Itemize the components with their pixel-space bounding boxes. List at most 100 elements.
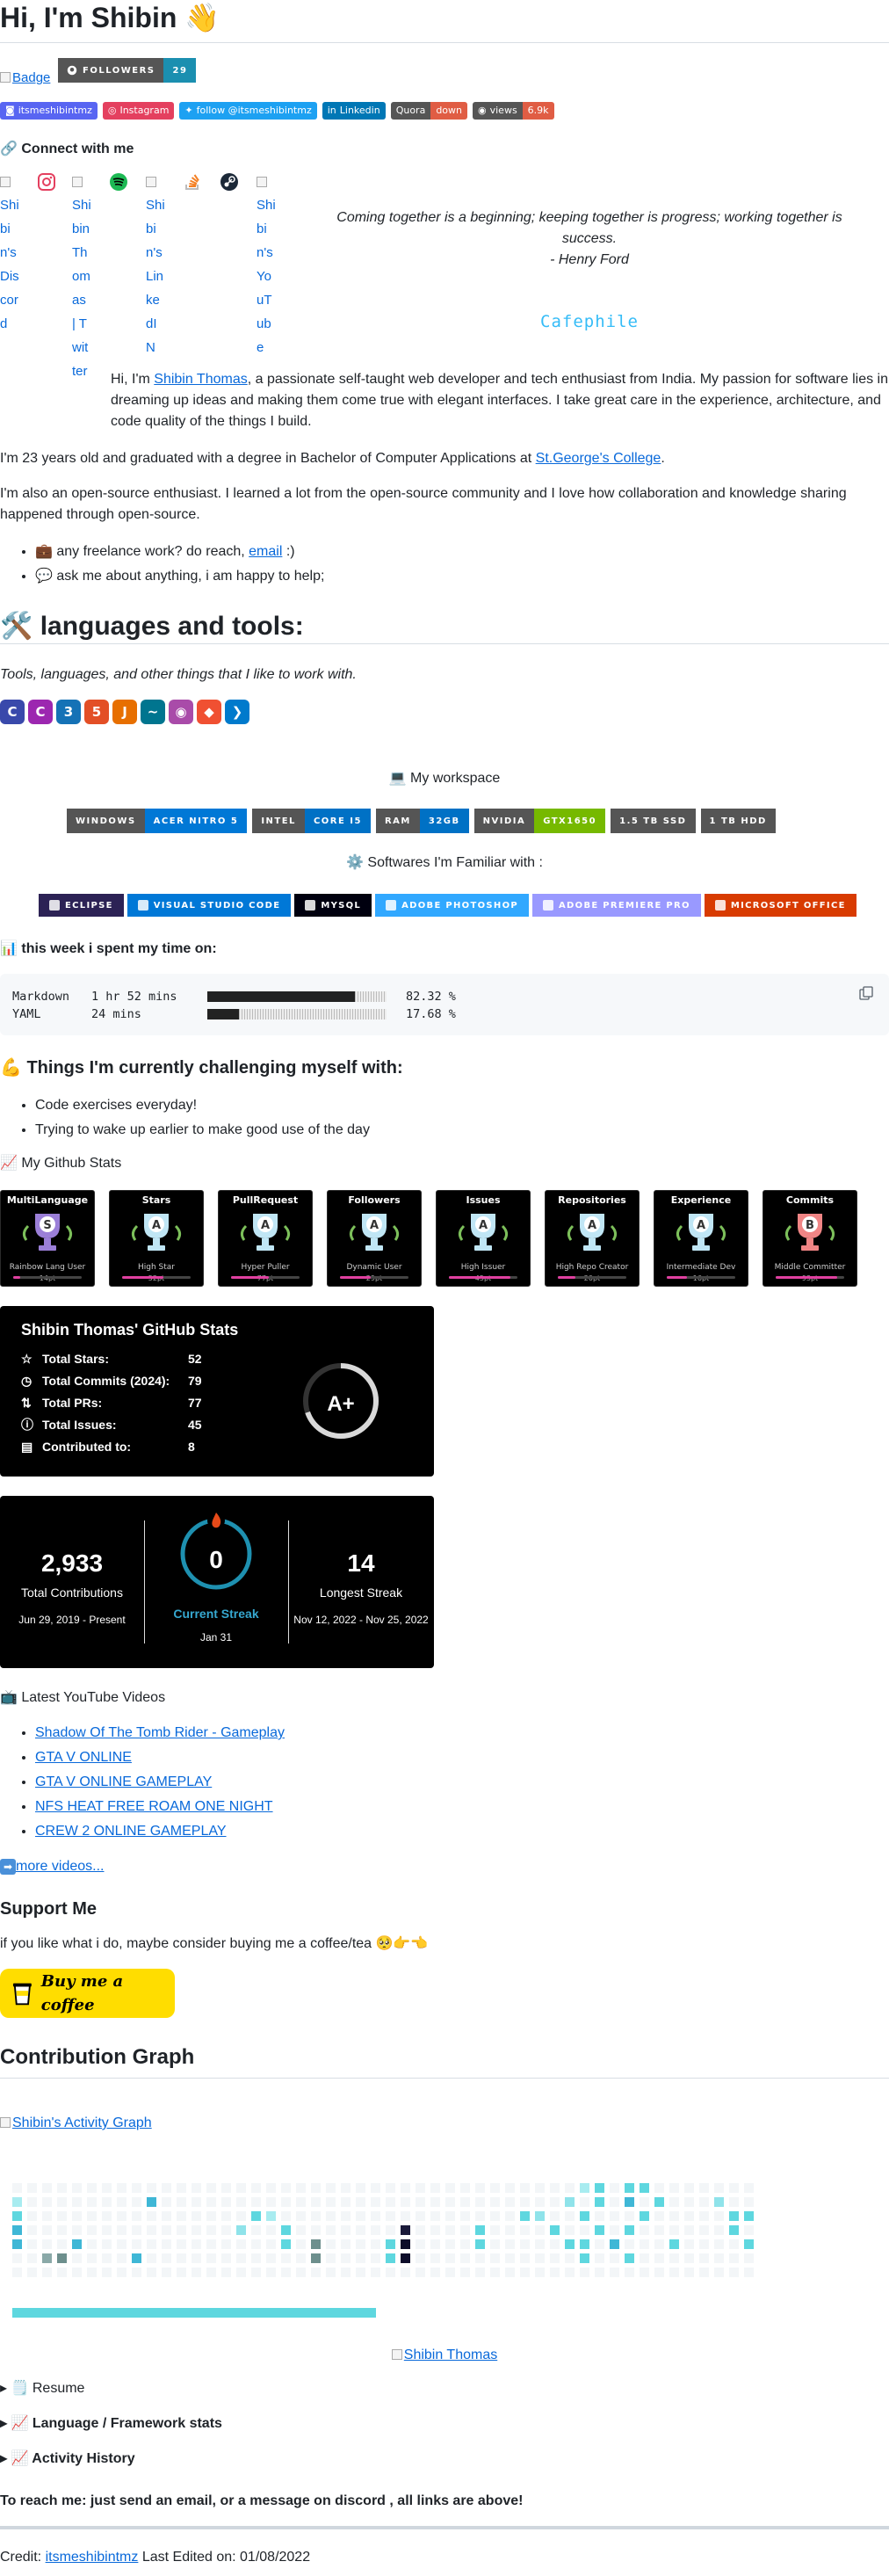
contribution-cell xyxy=(251,2225,261,2235)
contribution-cell xyxy=(221,2225,231,2235)
contribution-cell xyxy=(625,2225,634,2235)
contribution-cell xyxy=(401,2253,410,2263)
contribution-cell xyxy=(580,2253,589,2263)
contribution-cell xyxy=(535,2197,545,2207)
contribution-cell xyxy=(535,2253,545,2263)
trophy-icon: S xyxy=(22,1213,73,1251)
grade-value: A+ xyxy=(327,1392,355,1416)
steam-icon[interactable] xyxy=(220,172,239,192)
title-divider xyxy=(0,42,889,43)
contribution-cell xyxy=(669,2268,679,2277)
contribution-cell xyxy=(57,2197,67,2207)
repo-icon: ▤ xyxy=(21,1440,33,1454)
contribution-cell xyxy=(535,2183,545,2193)
buy-me-coffee-button[interactable]: Buy me a coffee xyxy=(0,1969,175,2018)
list-item: 💼 any freelance work? do reach, email :) xyxy=(35,541,889,562)
instagram-badge[interactable]: ◎ Instagram xyxy=(102,102,175,120)
video-link[interactable]: NFS HEAT FREE ROAM ONE NIGHT xyxy=(35,1799,273,1814)
email-link[interactable]: email xyxy=(249,544,282,559)
contribution-cell xyxy=(147,2197,156,2207)
details-resume[interactable]: ▸ 🗒️ Resume xyxy=(0,2378,84,2399)
contribution-cell xyxy=(117,2183,126,2193)
contribution-cell xyxy=(147,2225,156,2235)
contribution-cell xyxy=(475,2225,485,2235)
contribution-cell xyxy=(654,2268,664,2277)
contribution-cell xyxy=(266,2268,276,2277)
contribution-cell xyxy=(416,2197,425,2207)
contribution-cell xyxy=(744,2183,754,2193)
trophy-points: 14pt xyxy=(1,1273,94,1284)
quora-badge[interactable]: Quora down xyxy=(390,102,467,120)
trophy-points: 93pt xyxy=(763,1273,856,1284)
contribution-cell xyxy=(132,2268,141,2277)
trophy-title: Followers xyxy=(348,1194,401,1206)
contribution-cell xyxy=(177,2183,186,2193)
badge-broken-link[interactable]: Badge xyxy=(0,69,50,89)
contribution-cell xyxy=(490,2211,500,2221)
instagram-icon: ◎ xyxy=(107,104,117,116)
contribution-cell xyxy=(401,2211,410,2221)
trophy-icon: A xyxy=(131,1213,182,1251)
contribution-cell xyxy=(520,2239,530,2249)
contribution-cell xyxy=(27,2183,37,2193)
contribution-cell xyxy=(236,2268,246,2277)
software-label: ADOBE PREMIERE PRO xyxy=(559,900,690,911)
trophy-title: MultiLanguage xyxy=(6,1194,89,1206)
video-link[interactable]: Shadow Of The Tomb Rider - Gameplay xyxy=(35,1725,285,1740)
bio-intro: Hi, I'm Shibin Thomas, a passionate self… xyxy=(111,372,889,429)
contribution-cell xyxy=(147,2239,156,2249)
instagram-icon[interactable] xyxy=(37,172,56,192)
discord-badge[interactable]: ◙ itsmeshibintmz xyxy=(0,102,98,120)
linkedin-badge[interactable]: in Linkedin xyxy=(322,102,386,120)
twitter-link[interactable]: Shibin Thomas | Twitter xyxy=(72,172,91,383)
svg-text:A: A xyxy=(152,1219,161,1232)
trophy-progress xyxy=(231,1276,300,1279)
contribution-cell xyxy=(72,2211,82,2221)
footer-divider xyxy=(0,2526,889,2529)
contribution-cell xyxy=(729,2268,739,2277)
spotify-icon[interactable] xyxy=(109,172,128,192)
contribution-cell xyxy=(669,2239,679,2249)
contribution-cell xyxy=(162,2225,171,2235)
social-badges: ◙ itsmeshibintmz ◎ Instagram ✦ follow @itsm… xyxy=(0,102,554,120)
wakatime-block: Markdown 1 hr 52 mins 82.32 % YAML 24 mins 17… xyxy=(0,974,889,1035)
contribution-cell xyxy=(251,2239,261,2249)
activity-graph-link[interactable]: Shibin's Activity Graph xyxy=(0,2113,152,2134)
views-badge[interactable]: ◉ views 6.9k xyxy=(473,102,554,120)
contribution-cell xyxy=(296,2225,306,2235)
contribution-cell xyxy=(192,2225,201,2235)
video-link[interactable]: CREW 2 ONLINE GAMEPLAY xyxy=(35,1824,227,1839)
contribution-cell xyxy=(610,2268,619,2277)
copy-icon[interactable] xyxy=(859,986,873,1000)
youtube-link[interactable]: Shibin's YouTube xyxy=(257,172,276,359)
contribution-cell xyxy=(550,2239,560,2249)
clock-icon: ◷ xyxy=(21,1374,33,1388)
contribution-cell xyxy=(27,2197,37,2207)
contribution-cell xyxy=(371,2197,380,2207)
followers-badge[interactable]: FOLLOWERS 29 xyxy=(58,58,197,83)
details-language-stats[interactable]: ▸ 📈 Language / Framework stats xyxy=(0,2413,222,2435)
twitter-badge[interactable]: ✦ follow @itsmeshibintmz xyxy=(179,102,317,120)
credit-link[interactable]: itsmeshibintmz xyxy=(46,2550,139,2565)
stat-value: 8 xyxy=(188,1440,195,1454)
stackoverflow-icon[interactable] xyxy=(183,172,202,192)
name-link[interactable]: Shibin Thomas xyxy=(154,372,247,387)
discord-link[interactable]: Shibin's Discord xyxy=(0,172,19,336)
footer-image-link[interactable]: Shibin Thomas xyxy=(0,2345,889,2366)
contribution-cell xyxy=(475,2239,485,2249)
contribution-cell xyxy=(87,2239,97,2249)
contribution-cell xyxy=(12,2253,22,2263)
contribution-cell xyxy=(490,2197,500,2207)
video-link[interactable]: GTA V ONLINE xyxy=(35,1750,132,1765)
contribution-cell xyxy=(625,2211,634,2221)
svg-text:B: B xyxy=(806,1219,814,1232)
linkedin-link[interactable]: Shibin's LinkedIN xyxy=(146,172,165,359)
wakatime-bar xyxy=(207,1009,387,1020)
college-link[interactable]: St.George's College xyxy=(536,451,661,466)
contribution-cell xyxy=(714,2197,724,2207)
details-activity-history[interactable]: ▸ 📈 Activity History xyxy=(0,2449,135,2470)
contribution-cell xyxy=(520,2253,530,2263)
contribution-cell xyxy=(714,2253,724,2263)
video-link[interactable]: GTA V ONLINE GAMEPLAY xyxy=(35,1774,212,1789)
more-videos[interactable]: ➡ more videos... xyxy=(0,1856,104,1877)
